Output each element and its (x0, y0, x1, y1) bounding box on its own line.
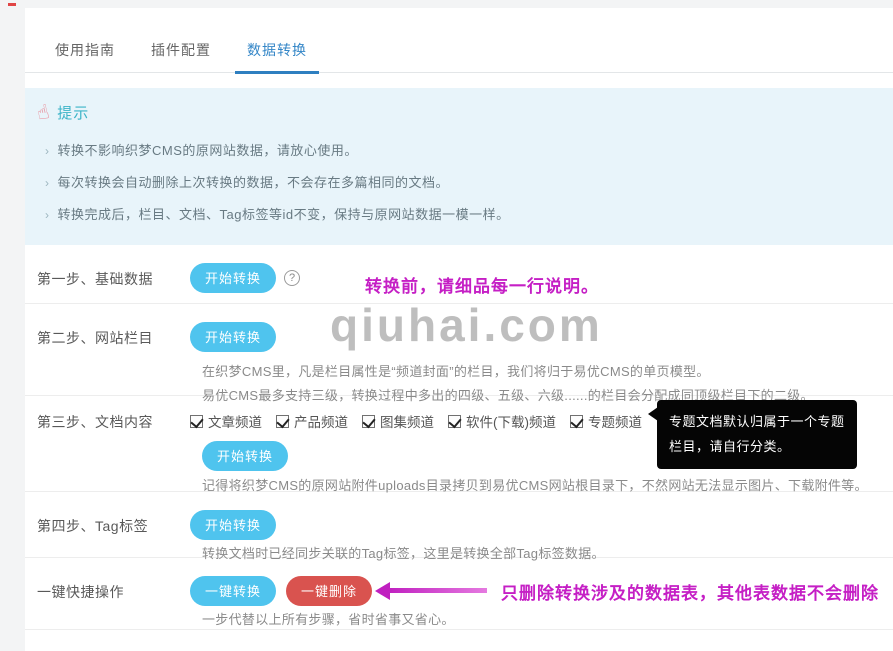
tab-usage-guide[interactable]: 使用指南 (37, 32, 133, 72)
plugin-panel: 使用指南 插件配置 数据转换 ☝ 提示 › 转换不影响织梦CMS的原网站数据，请放… (25, 8, 893, 651)
step1-annotation: 转换前，请细品每一行说明。 (365, 277, 599, 296)
more-features-row: 更多转换功能 使用过程中遇到不足的地方，可以联系本作者，会持续加入新功能。 (25, 630, 893, 651)
step2-note-1: 在织梦CMS里，凡是栏目属性是“频道封面”的栏目，我们将归于易优CMS的单页模型… (202, 364, 710, 379)
step1-start-convert-button[interactable]: 开始转换 (190, 263, 277, 293)
checkbox-checked-icon (448, 414, 461, 428)
step2-row: 第二步、网站栏目 开始转换 在织梦CMS里，凡是栏目属性是“频道封面”的栏目，我… (25, 304, 893, 403)
quick-actions-note: 一步代替以上所有步骤，省时省事又省心。 (202, 612, 455, 627)
one-click-delete-button[interactable]: 一键删除 (286, 576, 373, 606)
tip-line-text: 转换不影响织梦CMS的原网站数据，请放心使用。 (57, 142, 358, 158)
tip-line-text: 每次转换会自动删除上次转换的数据，不会存在多篇相同的文档。 (57, 174, 450, 190)
checkbox-software-channel[interactable]: 软件(下载)频道 (448, 411, 556, 431)
tip-line: › 转换不影响织梦CMS的原网站数据，请放心使用。 (37, 133, 875, 165)
quick-actions-row: 一键快捷操作 一键转换 一键删除 只删除转换涉及的数据表，其他表数据不会删除 一… (25, 558, 893, 630)
caret-icon: › (45, 143, 50, 158)
caret-icon: › (45, 175, 50, 190)
tip-title: 提示 (57, 105, 90, 122)
tab-plugin-config[interactable]: 插件配置 (133, 32, 229, 72)
step1-label: 第一步、基础数据 (37, 271, 153, 287)
tip-line-text: 转换完成后，栏目、文档、Tag标签等id不变，保持与原网站数据一模一样。 (57, 206, 510, 222)
tip-line: › 每次转换会自动删除上次转换的数据，不会存在多篇相同的文档。 (37, 165, 875, 197)
step2-label: 第二步、网站栏目 (37, 330, 153, 346)
step4-label: 第四步、Tag标签 (37, 518, 149, 534)
tip-header: ☝ 提示 (34, 100, 875, 126)
step2-start-convert-button[interactable]: 开始转换 (190, 322, 277, 352)
checkbox-label: 文章频道 (208, 415, 262, 430)
tooltip-arrow-icon (648, 407, 658, 421)
one-click-convert-button[interactable]: 一键转换 (190, 576, 277, 606)
checkbox-label: 产品频道 (294, 415, 348, 430)
checkbox-label: 图集频道 (380, 415, 434, 430)
step1-row: 第一步、基础数据 开始转换 ? 转换前，请细品每一行说明。 (25, 245, 893, 304)
step1-help-icon[interactable]: ? (284, 270, 301, 286)
checkbox-checked-icon (362, 414, 375, 428)
tab-data-convert[interactable]: 数据转换 (229, 32, 325, 74)
checkbox-checked-icon (190, 414, 203, 428)
checkbox-checked-icon (276, 414, 289, 428)
quick-actions-label: 一键快捷操作 (37, 584, 124, 600)
tip-box: ☝ 提示 › 转换不影响织梦CMS的原网站数据，请放心使用。 › 每次转换会自动删除… (25, 88, 893, 245)
caret-icon: › (45, 207, 50, 222)
tip-line: › 转换完成后，栏目、文档、Tag标签等id不变，保持与原网站数据一模一样。 (37, 197, 875, 229)
checkbox-label: 专题频道 (588, 415, 642, 430)
quick-actions-annotation: 只删除转换涉及的数据表，其他表数据不会删除 (501, 583, 880, 603)
step3-tooltip: 专题文档默认归属于一个专题栏目，请自行分类。 (648, 400, 857, 469)
step3-row: 第三步、文档内容 文章频道 产品频道 图集频道 软件(下载)频道 专题频道 ? … (25, 396, 893, 493)
checkbox-gallery-channel[interactable]: 图集频道 (362, 411, 434, 431)
magenta-arrow-icon (375, 581, 488, 601)
checkbox-checked-icon (570, 414, 583, 428)
step4-start-convert-button[interactable]: 开始转换 (190, 510, 277, 540)
step3-start-convert-button[interactable]: 开始转换 (202, 441, 289, 471)
window-edge-mark (8, 3, 16, 6)
step3-label: 第三步、文档内容 (37, 414, 153, 430)
checkbox-article-channel[interactable]: 文章频道 (190, 411, 262, 431)
tooltip-text: 专题文档默认归属于一个专题栏目，请自行分类。 (669, 414, 845, 455)
checkbox-label: 软件(下载)频道 (466, 415, 556, 430)
tab-bar: 使用指南 插件配置 数据转换 (25, 8, 893, 74)
step4-row: 第四步、Tag标签 开始转换 转换文档时已经同步关联的Tag标签，这里是转换全部… (25, 492, 893, 561)
checkbox-product-channel[interactable]: 产品频道 (276, 411, 348, 431)
checkbox-special-channel[interactable]: 专题频道 (570, 411, 642, 431)
hand-pointer-icon: ☝ (34, 100, 52, 126)
